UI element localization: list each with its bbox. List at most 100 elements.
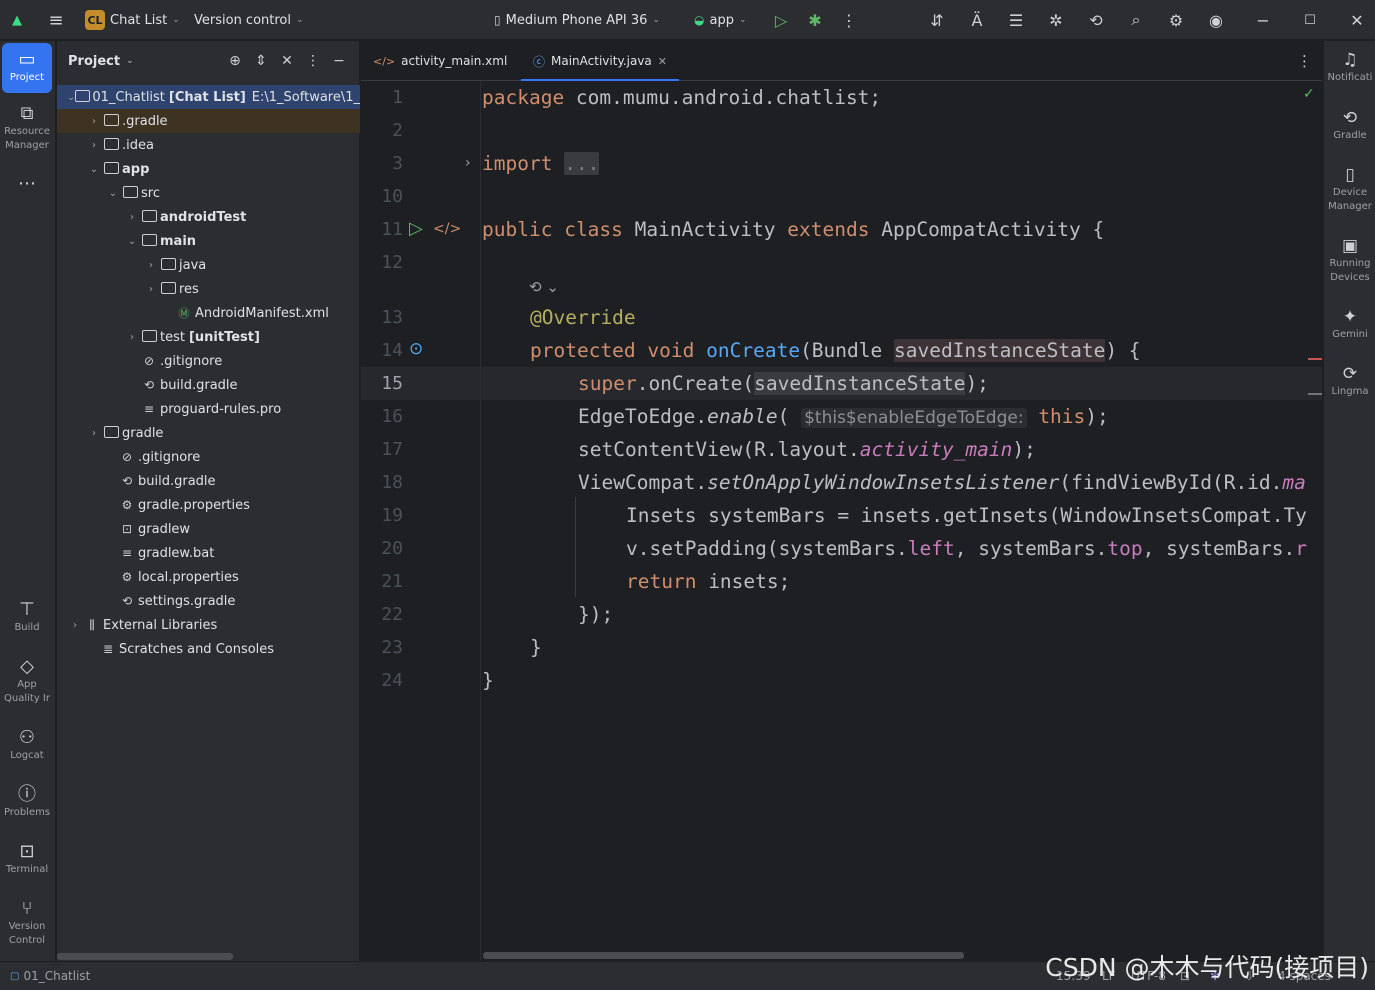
tree-item[interactable]: › gradle [57,421,360,445]
tool-version-control-button[interactable]: ⑂ Version Control [2,898,52,948]
tab-label: MainActivity.java [551,54,652,68]
folded-imports[interactable]: ... [564,152,600,175]
tree-item[interactable]: › .idea [57,133,360,157]
translate-icon[interactable]: Ä [965,8,989,32]
collapse-all-icon[interactable]: ✕ [277,51,297,71]
layout-inspector-icon[interactable]: ☰ [1004,8,1028,32]
tree-item-label: .gradle [122,113,168,129]
vcs-menu[interactable]: Version control ⌄ [194,0,304,40]
tree-item[interactable]: ⚙ local.properties [57,565,360,589]
tree-item[interactable]: ⟲ build.gradle [57,373,360,397]
tool-app-quality-button[interactable]: ◇ App Quality Ir [2,656,52,706]
search-icon[interactable]: ⌕ [1124,8,1148,32]
options-icon[interactable]: ⋮ [303,51,323,71]
tool-problems-button[interactable]: ⓘ Problems [2,784,52,820]
tool-notifications-button[interactable]: ♫ Notificati [1321,49,1375,85]
sync-icon[interactable]: ⇵ [925,8,949,32]
minimize-window-icon[interactable]: − [1251,8,1275,32]
more-tools-button[interactable]: ⋯ [2,173,52,195]
tree-item[interactable]: ⌄ app [57,157,360,181]
run-config-selector[interactable]: ◒ app ⌄ [694,0,747,40]
project-horizontal-scrollbar[interactable] [57,953,233,960]
source-folder-icon [140,234,158,249]
project-panel-title[interactable]: Project [68,54,120,69]
tree-item[interactable]: ⊡ gradlew [57,517,360,541]
tool-logcat-button[interactable]: ⚇ Logcat [2,727,52,763]
close-window-icon[interactable]: ✕ [1345,8,1369,32]
fold-expand-icon[interactable]: › [465,155,471,171]
expand-all-icon[interactable]: ⇕ [251,51,271,71]
run-icon[interactable]: ▷ [769,8,793,32]
override-gutter-icon[interactable]: ⊙ [409,339,423,359]
tree-item-label: res [179,281,199,297]
tool-label: Gemini [1332,329,1368,340]
close-tab-icon[interactable]: ✕ [658,55,667,68]
status-breadcrumb[interactable]: 01_Chatlist [23,969,90,983]
tree-item[interactable]: › java [57,253,360,277]
hide-panel-icon[interactable]: − [329,51,349,71]
no-problems-check-icon[interactable]: ✓ [1303,86,1315,102]
tree-item[interactable]: Ⓜ AndroidManifest.xml [57,301,360,325]
debug-icon[interactable]: ✱ [803,8,827,32]
chevron-down-icon[interactable]: ⌄ [126,56,134,66]
error-stripe-marker[interactable] [1308,358,1322,360]
tool-gemini-button[interactable]: ✦ Gemini [1321,306,1375,342]
tool-device-manager-button[interactable]: ▯ Device Manager [1321,164,1375,214]
tree-item[interactable]: › .gradle [57,109,360,133]
settings-gear-icon[interactable]: ⚙ [1164,8,1188,32]
tool-gradle-button[interactable]: ⟲ Gradle [1321,107,1375,143]
device-selector[interactable]: ▯ Medium Phone API 36 ⌄ [494,0,660,40]
tree-item[interactable]: › ⫼ External Libraries [57,613,360,637]
ellipsis-icon: ⋯ [18,173,36,194]
project-selector[interactable]: CL Chat List ⌄ [85,0,180,40]
tree-item[interactable]: › res [57,277,360,301]
main-menu-icon[interactable]: ≡ [44,8,68,32]
bug-report-icon[interactable]: ✲ [1044,8,1068,32]
tab-activity-main-xml[interactable]: </> activity_main.xml [373,41,521,81]
tree-item[interactable]: ≡ proguard-rules.pro [57,397,360,421]
ai-assist-icon[interactable]: ⟲ [1084,8,1108,32]
tree-item[interactable]: ⌄ main [57,229,360,253]
tree-item[interactable]: ⟲ settings.gradle [57,589,360,613]
gradle-file-icon: ⟲ [143,378,155,392]
tool-running-devices-button[interactable]: ▣ Running Devices [1321,235,1375,285]
xml-file-icon: </> [373,54,396,68]
editor-horizontal-scrollbar[interactable] [483,952,964,959]
tool-project-button[interactable]: ▭ Project [2,43,52,93]
locate-file-icon[interactable]: ⊕ [225,51,245,71]
ai-inline-icon[interactable]: ⟲ ⌄ [529,278,559,296]
tree-item[interactable]: ≡ gradlew.bat [57,541,360,565]
tree-item[interactable]: ⊘ .gitignore [57,349,360,373]
tree-item[interactable]: ⊘ .gitignore [57,445,360,469]
maximize-window-icon[interactable]: ☐ [1298,8,1322,32]
tree-item-label: Scratches and Consoles [119,641,275,657]
code-editor[interactable]: 1 2 3 10 11 12 13 14 15 16 17 18 19 20 2… [361,82,1322,961]
properties-file-icon: ⚙ [121,498,133,512]
tool-label: Lingma [1331,386,1369,397]
caret-stripe-marker[interactable] [1308,393,1322,395]
tool-resource-manager-button[interactable]: ⧉ Resource Manager [2,103,52,153]
folder-icon [102,138,120,153]
tree-item[interactable]: ⚙ gradle.properties [57,493,360,517]
java-class-icon: ⓒ [533,54,546,69]
line-number: 20 [381,538,403,559]
tree-item[interactable]: ≣ Scratches and Consoles [57,637,360,661]
tool-terminal-button[interactable]: ⊡ Terminal [2,841,52,877]
line-number: 21 [381,571,403,592]
tab-options-icon[interactable]: ⋮ [1297,41,1312,81]
more-actions-icon[interactable]: ⋮ [837,8,861,32]
tool-lingma-button[interactable]: ⟳ Lingma [1321,363,1375,399]
tab-mainactivity-java[interactable]: ⓒ MainActivity.java ✕ [521,41,680,81]
run-gutter-icon[interactable]: ▷ [409,218,423,239]
tree-item[interactable]: › androidTest [57,205,360,229]
chevron-down-icon: ⌄ [108,187,118,199]
account-icon[interactable]: ◉ [1204,8,1228,32]
tree-item[interactable]: ⟲ build.gradle [57,469,360,493]
ignore-file-icon: ⊘ [121,450,133,464]
tree-item[interactable]: ⌄ src [57,181,360,205]
tool-build-button[interactable]: ⊤ Build [2,599,52,635]
device-manager-icon: ▯ [1345,165,1355,185]
tree-item[interactable]: › test [unitTest] [57,325,360,349]
layout-gutter-icon[interactable]: </> [433,221,461,237]
tree-root[interactable]: ⌄ 01_Chatlist [Chat List] E:\1_Software\… [57,85,360,109]
